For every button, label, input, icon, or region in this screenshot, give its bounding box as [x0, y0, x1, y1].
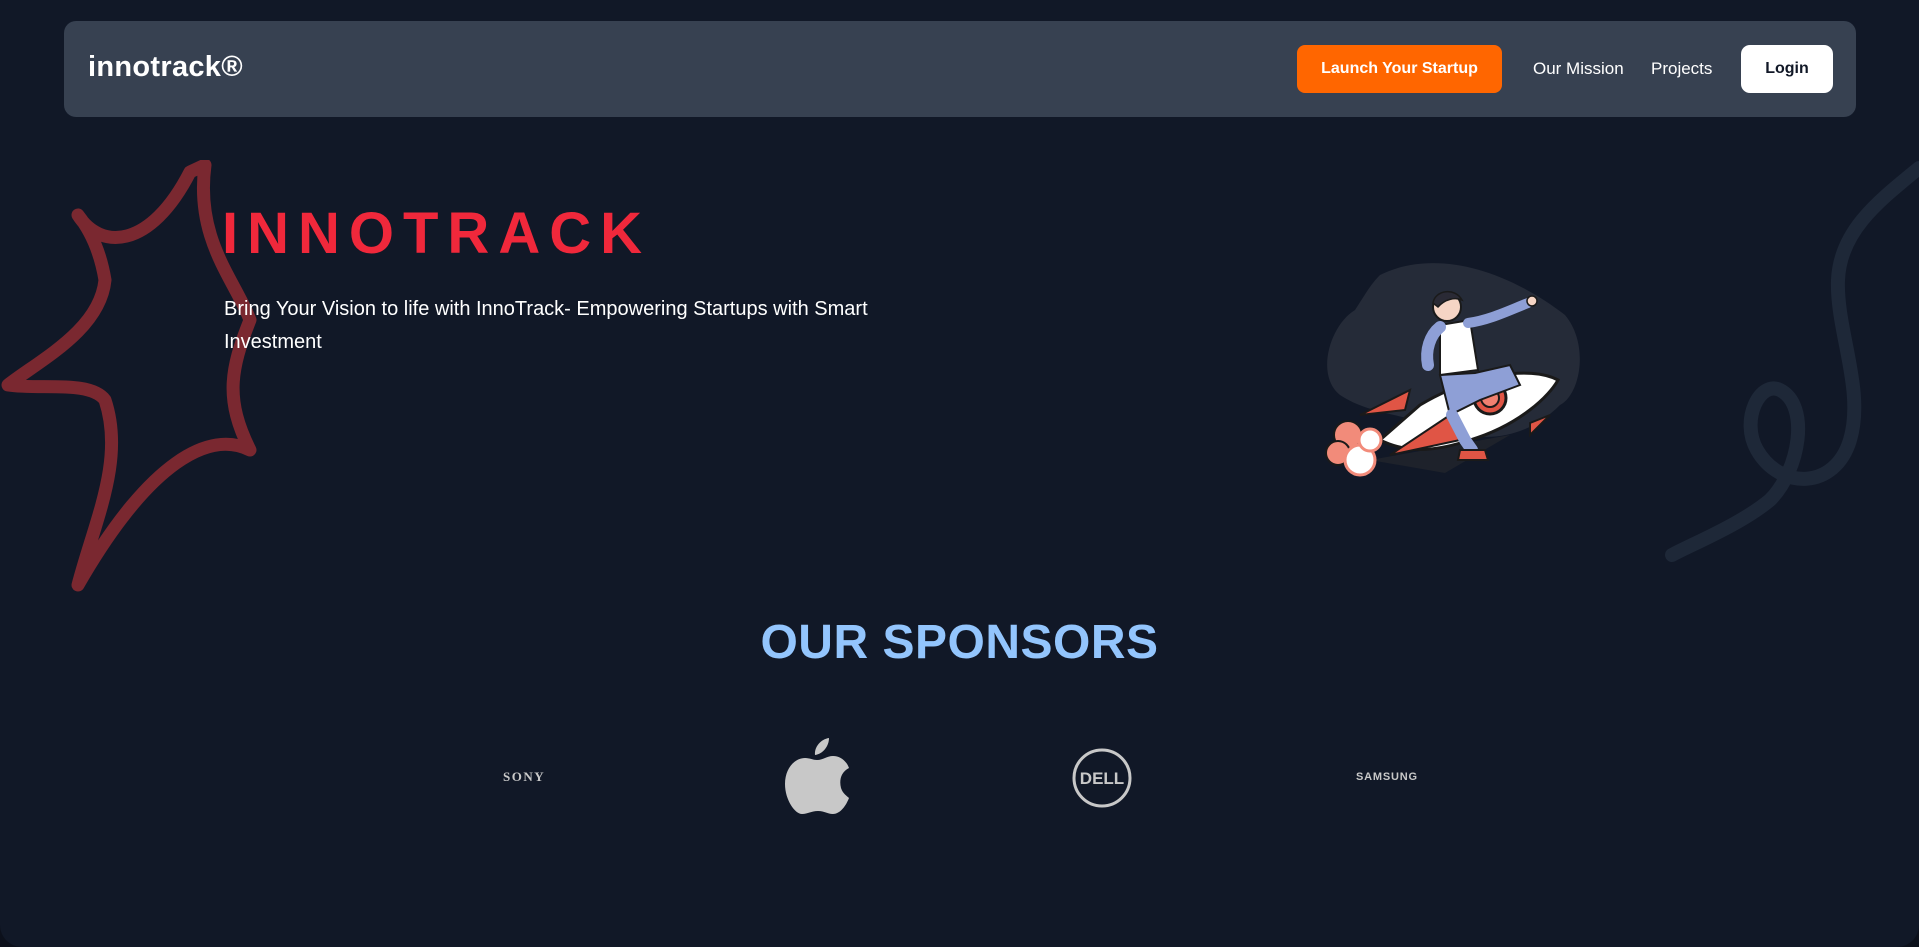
samsung-logo: SAMSUNG	[1356, 771, 1418, 783]
navbar: innotrack® Launch Your Startup Our Missi…	[64, 21, 1856, 117]
login-button[interactable]: Login	[1741, 45, 1833, 93]
nav-link-our-mission[interactable]: Our Mission	[1533, 59, 1624, 79]
landing-page: innotrack® Launch Your Startup Our Missi…	[0, 0, 1919, 947]
apple-logo	[785, 738, 849, 814]
launch-startup-button[interactable]: Launch Your Startup	[1297, 45, 1502, 93]
sponsors-title: OUR SPONSORS	[760, 616, 1159, 669]
nav-link-projects[interactable]: Projects	[1651, 59, 1712, 79]
svg-text:DELL: DELL	[1080, 769, 1124, 788]
person-riding-rocket-illustration	[1325, 263, 1580, 477]
decorative-squiggle-shape	[1665, 161, 1919, 562]
dell-logo: DELL	[1072, 748, 1132, 808]
brand-logo[interactable]: innotrack®	[88, 51, 243, 84]
decorative-star-shape	[1, 160, 257, 592]
hero-title: INNOTRACK	[222, 201, 651, 266]
sony-logo: SONY	[503, 769, 546, 784]
hero-subtitle: Bring Your Vision to life with InnoTrack…	[224, 298, 868, 353]
